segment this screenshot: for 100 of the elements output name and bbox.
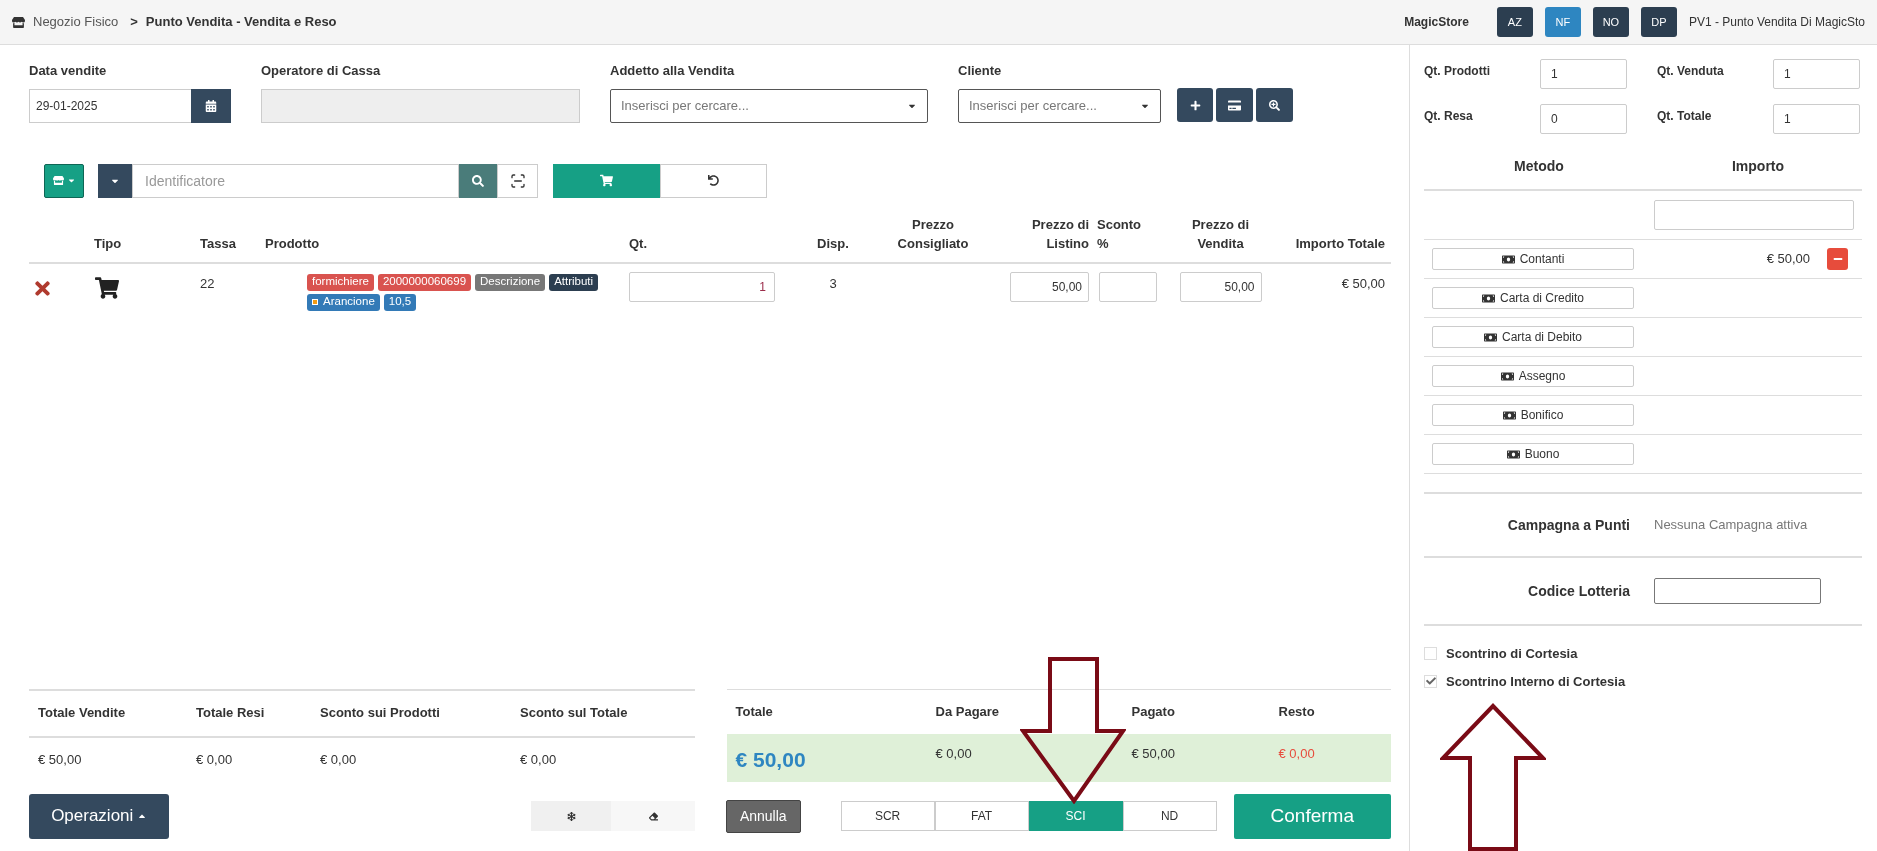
remove-button[interactable] <box>1827 248 1848 270</box>
checkbox-label: Scontrino Interno di Cortesia <box>1446 672 1626 691</box>
summary-label: Pagato <box>1130 703 1176 721</box>
zoom-button[interactable] <box>1256 88 1293 122</box>
shortcut-button[interactable]: NO <box>1592 7 1629 37</box>
campaign-status: Nessuna Campagna attiva <box>1654 516 1809 535</box>
table-cell: € 50,00 <box>1341 275 1385 291</box>
scan-button[interactable] <box>497 163 538 198</box>
column-header: Tipo <box>83 214 178 264</box>
calendar-button[interactable] <box>191 88 231 123</box>
caret-icon <box>66 176 76 185</box>
customer-select[interactable]: Inserisci per cercare... <box>958 88 1161 123</box>
amount-field[interactable] <box>1654 200 1854 230</box>
store-icon <box>52 175 64 186</box>
table-cell: 3 <box>829 275 837 291</box>
document-type-tab[interactable]: SCR <box>840 801 935 831</box>
shortcut-button[interactable]: DP <box>1640 7 1677 37</box>
quantity-field[interactable]: 1 <box>1773 59 1860 89</box>
cart-toggle[interactable] <box>553 163 660 198</box>
column-header: Disp. <box>793 214 873 264</box>
product-tag: 2000000060699 <box>377 273 472 291</box>
calendar-icon <box>205 99 217 112</box>
field-label: Operatore di Cassa <box>261 62 382 80</box>
column-header: Metodo <box>1424 156 1654 191</box>
search-type-button[interactable] <box>98 163 132 198</box>
undo-icon <box>708 175 719 186</box>
column-header: Prezzo Consigliato <box>873 214 993 264</box>
product-tag: Arancione <box>307 293 380 311</box>
checkbox[interactable] <box>1424 674 1437 688</box>
document-type-tab[interactable]: ND <box>1122 801 1217 831</box>
summary-value: € 0,00 <box>520 751 557 767</box>
card-button[interactable] <box>1216 88 1253 122</box>
summary-value: € 0,00 <box>196 751 233 767</box>
field-label: Qt. Venduta <box>1657 63 1725 80</box>
table-cell: 22 <box>200 275 215 291</box>
page-title: Punto Vendita - Vendita e Reso <box>145 13 337 32</box>
color-swatch-icon <box>312 299 318 305</box>
payment-method-button[interactable]: Contanti <box>1432 248 1634 270</box>
search-button[interactable] <box>459 163 497 198</box>
field-label: Qt. Totale <box>1657 108 1713 125</box>
payment-method-button[interactable]: Assegno <box>1432 365 1634 387</box>
quantity-field[interactable]: 1 <box>1540 59 1627 89</box>
column-header: Sconto % <box>1093 214 1168 264</box>
quantity-field[interactable]: 1 <box>629 271 775 302</box>
breadcrumb-link[interactable]: Negozio Fisico <box>33 12 119 32</box>
list-price-field[interactable]: 50,00 <box>1010 271 1089 302</box>
checkbox[interactable] <box>1424 647 1437 661</box>
product-tag: 10,5 <box>383 293 417 311</box>
shortcut-button[interactable]: AZ <box>1496 7 1533 37</box>
field-label: Qt. Resa <box>1424 108 1474 125</box>
summary-label: Totale <box>734 703 774 721</box>
field-label: Codice Lotteria <box>1527 581 1631 601</box>
product-tag: formichiere <box>307 273 374 291</box>
cart-icon <box>95 275 119 300</box>
snowflake-icon <box>566 811 576 821</box>
summary-label: Totale Resi <box>187 691 311 738</box>
search-icon <box>1269 99 1280 111</box>
field-label: Addetto alla Vendita <box>610 62 736 80</box>
field-label: Cliente <box>958 62 1003 80</box>
summary-value: € 50,00 <box>1131 746 1175 762</box>
total-amount: € 50,00 <box>735 748 806 772</box>
sale-price-field[interactable]: 50,00 <box>1179 271 1262 302</box>
column-header: Prezzo di Listino <box>993 214 1093 264</box>
column-header: Prodotto <box>263 214 623 264</box>
add-button[interactable] <box>1177 88 1213 122</box>
store-name: MagicStore <box>1404 14 1469 31</box>
column-header: Importo <box>1654 156 1862 191</box>
field-label: Qt. Prodotti <box>1424 63 1491 80</box>
quantity-field[interactable]: 0 <box>1540 104 1627 134</box>
discount-field[interactable] <box>1099 271 1157 302</box>
breadcrumb-separator: > <box>130 13 138 32</box>
clerk-select[interactable]: Inserisci per cercare... <box>610 88 928 123</box>
field-label: Campagna a Punti <box>1506 515 1631 535</box>
summary-label: Da Pagare <box>934 703 1001 721</box>
date-field[interactable]: 29-01-2025 <box>29 88 191 123</box>
document-type-tab[interactable]: FAT <box>934 801 1029 831</box>
identifier-field[interactable]: Identificatore <box>132 163 459 198</box>
column-header: Importo Totale <box>1273 214 1391 264</box>
payment-method-button[interactable]: Buono <box>1432 443 1634 465</box>
reset-toggle[interactable] <box>660 163 767 198</box>
scan-icon <box>509 172 526 189</box>
check-icon <box>1425 676 1436 687</box>
operations-button[interactable]: Operazioni <box>29 793 170 839</box>
column-header: Tassa <box>178 214 263 264</box>
product-tag: Descrizione <box>475 273 546 291</box>
summary-label: Totale Vendite <box>29 691 187 738</box>
payment-method-button[interactable]: Bonifico <box>1432 404 1634 426</box>
quantity-field[interactable]: 1 <box>1773 104 1860 134</box>
plus-icon <box>1189 99 1201 111</box>
payment-method-button[interactable]: Carta di Credito <box>1432 287 1634 309</box>
store-menu-button[interactable] <box>44 163 84 198</box>
summary-label: Sconto sui Prodotti <box>311 691 511 738</box>
summary-value: € 0,00 <box>1278 746 1315 762</box>
lottery-field[interactable] <box>1654 578 1821 604</box>
cancel-button[interactable]: Annulla <box>725 799 801 833</box>
point-of-sale: PV1 - Punto Vendita Di MagicSto <box>1688 14 1865 31</box>
shortcut-button[interactable]: NF <box>1544 7 1581 37</box>
column-header: Prezzo di Vendita <box>1168 214 1273 264</box>
payment-method-button[interactable]: Carta di Debito <box>1432 326 1634 348</box>
payment-amount: € 50,00 <box>1766 250 1810 269</box>
